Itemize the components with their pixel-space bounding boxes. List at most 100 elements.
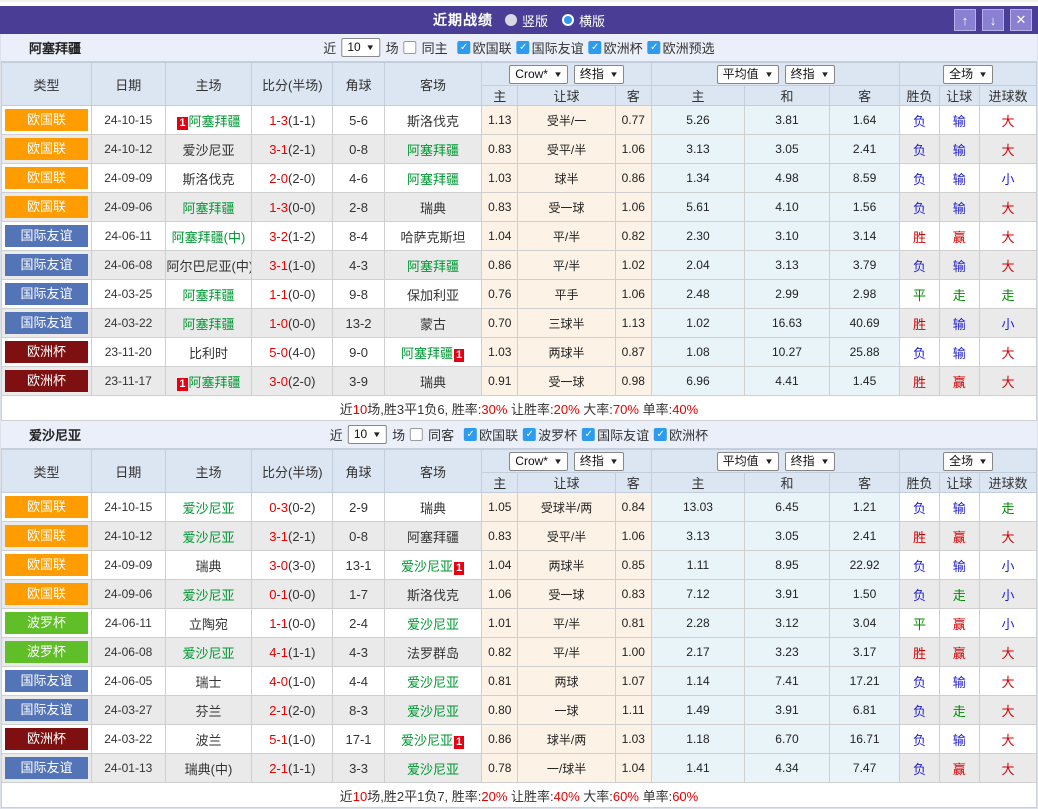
result-winloss: 负: [900, 106, 939, 135]
games-label: 场: [392, 425, 405, 444]
home-team-cell: 爱沙尼亚: [165, 580, 252, 609]
league-checkbox[interactable]: ✓: [517, 41, 530, 54]
col-type: 类型: [2, 450, 92, 493]
match-row: 国际友谊 24-06-11 阿塞拜疆(中) 3-2(1-2) 8-4 哈萨克斯坦…: [2, 222, 1037, 251]
result-handicap: 输: [939, 251, 979, 280]
avg-away-odds: 3.14: [829, 222, 899, 251]
average-odds-time-value: 终指: [791, 454, 815, 469]
result-winloss: 胜: [900, 638, 939, 667]
bookmaker-select[interactable]: Crow* ▼: [509, 452, 568, 471]
crown-away-odds: 0.86: [615, 164, 651, 193]
away-team-cell: 瑞典: [384, 493, 481, 522]
move-up-button[interactable]: ↑: [954, 9, 976, 31]
average-odds-time-select[interactable]: 终指 ▼: [785, 452, 835, 471]
close-button[interactable]: ✕: [1010, 9, 1032, 31]
same-venue-checkbox[interactable]: [410, 428, 423, 441]
home-team-cell: 比利时: [165, 338, 252, 367]
crown-home-odds: 0.91: [482, 367, 518, 396]
avg-home-odds: 2.28: [651, 609, 744, 638]
league-checkbox[interactable]: ✓: [458, 41, 471, 54]
league-filter: ✓波罗杯: [523, 425, 577, 444]
fulltime-score: 2-1: [269, 761, 288, 776]
crown-odds-time-select[interactable]: 终指 ▼: [574, 452, 624, 471]
result-goals: 走: [979, 280, 1036, 309]
average-select-value: 平均值: [723, 67, 759, 82]
fulltime-score: 3-1: [269, 258, 288, 273]
average-odds-time-value: 终指: [791, 67, 815, 82]
full-match-select[interactable]: 全场 ▼: [943, 452, 993, 471]
away-team-cell: 阿塞拜疆: [384, 522, 481, 551]
match-count-select[interactable]: 10 ▼: [348, 425, 387, 444]
team-name-text: 阿塞拜疆: [182, 201, 234, 216]
team-name-text: 阿塞拜疆: [182, 317, 234, 332]
match-row: 欧国联 24-09-09 斯洛伐克 2-0(2-0) 4-6 阿塞拜疆 1.03…: [2, 164, 1037, 193]
fulltime-score: 3-2: [269, 229, 288, 244]
match-row: 国际友谊 24-03-25 阿塞拜疆 1-1(0-0) 9-8 保加利亚 0.7…: [2, 280, 1037, 309]
league-checkbox[interactable]: ✓: [589, 41, 602, 54]
crown-away-odds: 1.06: [615, 193, 651, 222]
avg-home-odds: 2.17: [651, 638, 744, 667]
home-team-cell: 瑞典(中): [165, 754, 252, 783]
result-handicap: 输: [939, 106, 979, 135]
full-match-select[interactable]: 全场 ▼: [943, 65, 993, 84]
crown-home-odds: 1.13: [482, 106, 518, 135]
away-team-cell: 哈萨克斯坦: [384, 222, 481, 251]
result-winloss: 负: [900, 696, 939, 725]
match-count-select[interactable]: 10 ▼: [341, 38, 380, 57]
crown-away-odds: 0.81: [615, 609, 651, 638]
summary-row: 近10场,胜2平1负7, 胜率:20% 让胜率:40% 大率:60% 单率:60…: [2, 783, 1037, 808]
league-checkbox[interactable]: ✓: [464, 428, 477, 441]
radio-vertical-layout[interactable]: 竖版: [505, 11, 548, 30]
avg-home-odds: 6.96: [651, 367, 744, 396]
team-name: 爱沙尼亚: [29, 425, 81, 444]
average-select[interactable]: 平均值 ▼: [717, 65, 779, 84]
crown-odds-time-select[interactable]: 终指 ▼: [574, 65, 624, 84]
fulltime-score: 4-1: [269, 645, 288, 660]
result-handicap: 输: [939, 551, 979, 580]
home-team-cell: 爱沙尼亚: [165, 522, 252, 551]
avg-draw-odds: 4.10: [745, 193, 830, 222]
score-cell: 3-0(2-0): [252, 367, 333, 396]
move-down-button[interactable]: ↓: [982, 9, 1004, 31]
league-type-label: 欧国联: [5, 138, 88, 160]
average-odds-time-select[interactable]: 终指 ▼: [785, 65, 835, 84]
games-label: 场: [386, 38, 399, 57]
away-team-cell: 爱沙尼亚: [384, 609, 481, 638]
avg-home-odds: 2.04: [651, 251, 744, 280]
team-name-text: 阿塞拜疆: [189, 114, 241, 129]
radio-horizontal-layout[interactable]: 横版: [562, 11, 605, 30]
league-checkbox[interactable]: ✓: [648, 41, 661, 54]
average-odds-group: 平均值 ▼ 终指 ▼: [651, 450, 899, 473]
league-checkbox[interactable]: ✓: [582, 428, 595, 441]
col-avg-home: 主: [651, 86, 744, 106]
match-date: 24-09-09: [92, 551, 165, 580]
bookmaker-select[interactable]: Crow* ▼: [509, 65, 568, 84]
result-handicap: 输: [939, 493, 979, 522]
col-winloss: 胜负: [900, 86, 939, 106]
league-checkbox[interactable]: ✓: [654, 428, 667, 441]
team-name-text: 爱沙尼亚: [182, 646, 234, 661]
avg-draw-odds: 2.99: [745, 280, 830, 309]
col-winloss: 胜负: [900, 473, 939, 493]
corners-cell: 0-8: [333, 522, 385, 551]
league-checkbox[interactable]: ✓: [523, 428, 536, 441]
avg-away-odds: 40.69: [829, 309, 899, 338]
halftime-score: (0-0): [288, 316, 315, 331]
matches-table: 类型 日期 主场 比分(半场) 角球 客场 Crow* ▼ 终指: [1, 62, 1037, 421]
average-select[interactable]: 平均值 ▼: [717, 452, 779, 471]
col-crown-away: 客: [615, 86, 651, 106]
avg-home-odds: 1.02: [651, 309, 744, 338]
crown-away-odds: 1.02: [615, 251, 651, 280]
home-team-cell: 斯洛伐克: [165, 164, 252, 193]
team-name-text: 斯洛伐克: [182, 172, 234, 187]
result-goals: 大: [979, 667, 1036, 696]
away-team-cell: 爱沙尼亚1: [384, 725, 481, 754]
col-away: 客场: [384, 63, 481, 106]
crown-handicap: 平/半: [518, 609, 615, 638]
avg-home-odds: 1.41: [651, 754, 744, 783]
away-team-cell: 阿塞拜疆1: [384, 338, 481, 367]
same-venue-checkbox[interactable]: [404, 41, 417, 54]
result-goals: 大: [979, 725, 1036, 754]
home-team-cell: 瑞士: [165, 667, 252, 696]
league-label: 欧洲预选: [663, 38, 715, 57]
